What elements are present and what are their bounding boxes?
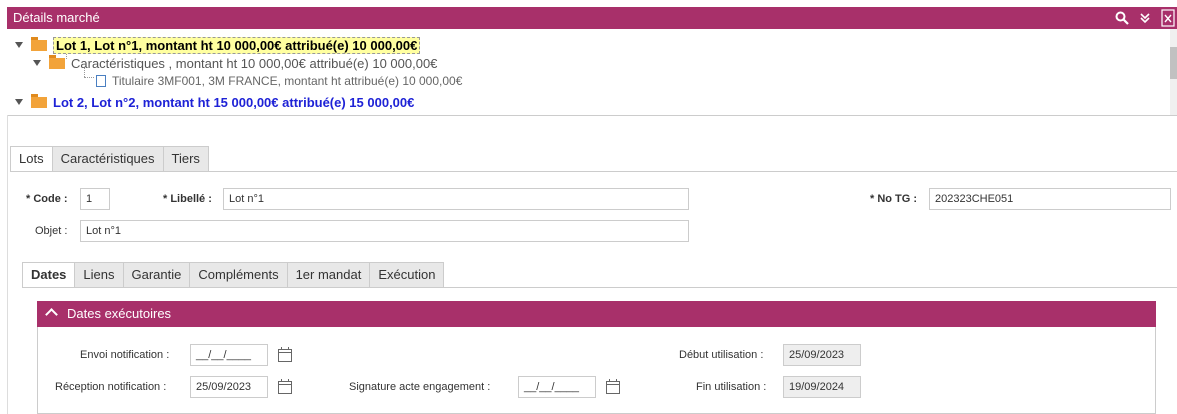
tree-node-lot1[interactable]: Lot 1, Lot n°1, montant ht 10 000,00€ at…: [15, 36, 421, 54]
code-input[interactable]: 1: [80, 188, 110, 210]
tree-node-caracteristiques[interactable]: Caractéristiques , montant ht 10 000,00€…: [33, 54, 437, 72]
excel-export-icon[interactable]: [1161, 9, 1175, 27]
tree-scrollbar[interactable]: [1170, 29, 1177, 115]
expand-icon[interactable]: [15, 99, 23, 105]
signature-acte-label: Signature acte engagement :: [349, 381, 491, 393]
libelle-label: * Libellé :: [163, 193, 212, 205]
double-chevron-down-icon[interactable]: [1139, 12, 1151, 24]
objet-input[interactable]: Lot n°1: [80, 220, 689, 242]
left-border: [7, 115, 8, 414]
chevron-up-icon[interactable]: [45, 308, 58, 321]
tab-divider: [10, 171, 1177, 172]
calendar-icon[interactable]: [606, 379, 620, 394]
libelle-input[interactable]: Lot n°1: [223, 188, 689, 210]
dates-panel-header[interactable]: Dates exécutoires: [37, 301, 1156, 327]
tree-node-lot2[interactable]: Lot 2, Lot n°2, montant ht 15 000,00€ at…: [15, 93, 414, 111]
search-icon[interactable]: [1115, 11, 1129, 25]
expand-icon[interactable]: [33, 60, 41, 66]
tab-lots[interactable]: Lots: [10, 146, 53, 172]
tab-complements[interactable]: Compléments: [189, 262, 288, 288]
tab-execution[interactable]: Exécution: [369, 262, 445, 288]
fin-utilisation-label: Fin utilisation :: [696, 381, 767, 393]
detail-tabs: Dates Liens Garantie Compléments 1er man…: [22, 262, 445, 288]
folder-open-icon: [49, 54, 65, 69]
envoi-notification-label: Envoi notification :: [80, 349, 170, 361]
folder-open-icon: [31, 36, 47, 51]
fin-utilisation-input: 19/09/2024: [783, 376, 861, 398]
tab-garantie[interactable]: Garantie: [122, 262, 191, 288]
tree-label-titulaire[interactable]: Titulaire 3MF001, 3M FRANCE, montant ht …: [112, 74, 462, 88]
tree-label-caracteristiques[interactable]: Caractéristiques , montant ht 10 000,00€…: [71, 56, 437, 71]
envoi-notification-input[interactable]: __/__/____: [190, 344, 268, 366]
code-label: * Code :: [26, 193, 68, 205]
main-tabs: Lots Caractéristiques Tiers: [10, 146, 209, 172]
expand-icon[interactable]: [15, 42, 23, 48]
dates-section-title: Dates exécutoires: [67, 306, 172, 321]
signature-acte-input[interactable]: __/__/____: [518, 376, 596, 398]
tree-label-lot2[interactable]: Lot 2, Lot n°2, montant ht 15 000,00€ at…: [53, 95, 414, 110]
reception-notification-input[interactable]: 25/09/2023: [190, 376, 268, 398]
tab-1er-mandat[interactable]: 1er mandat: [286, 262, 371, 288]
tab-dates[interactable]: Dates: [22, 262, 76, 288]
debut-utilisation-input: 25/09/2023: [783, 344, 861, 366]
notg-label: * No TG :: [870, 193, 918, 205]
objet-label: Objet :: [35, 225, 68, 237]
tree-label-lot1[interactable]: Lot 1, Lot n°1, montant ht 10 000,00€ at…: [53, 36, 421, 54]
document-icon: [96, 75, 106, 87]
tab-caracteristiques[interactable]: Caractéristiques: [51, 146, 164, 172]
panel-header: Détails marché: [7, 7, 1177, 29]
calendar-icon[interactable]: [278, 347, 292, 362]
tab-divider: [22, 287, 1177, 288]
scrollbar-thumb[interactable]: [1170, 47, 1177, 79]
lot-tree: Lot 1, Lot n°1, montant ht 10 000,00€ at…: [7, 29, 1177, 116]
calendar-icon[interactable]: [278, 379, 292, 394]
tab-liens[interactable]: Liens: [74, 262, 124, 288]
debut-utilisation-label: Début utilisation :: [679, 349, 764, 361]
tree-node-titulaire[interactable]: Titulaire 3MF001, 3M FRANCE, montant ht …: [96, 72, 462, 90]
tab-tiers[interactable]: Tiers: [162, 146, 209, 172]
panel-title: Détails marché: [13, 10, 100, 25]
folder-open-icon: [31, 93, 47, 108]
notg-input[interactable]: 202323CHE051: [929, 188, 1171, 210]
reception-notification-label: Réception notification :: [55, 381, 167, 393]
